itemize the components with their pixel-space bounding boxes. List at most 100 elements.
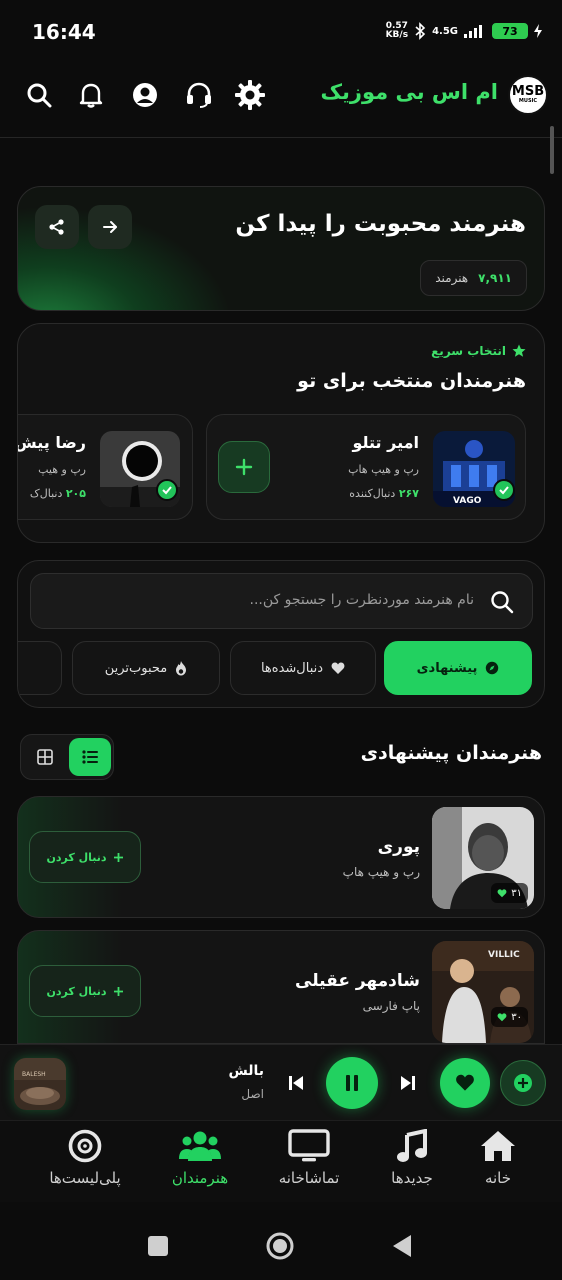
back-triangle-icon bbox=[393, 1235, 411, 1257]
skip-forward-icon bbox=[401, 1076, 415, 1090]
artist-image: ۳۱ bbox=[432, 807, 534, 909]
bluetooth-icon bbox=[414, 22, 426, 40]
profile-button[interactable] bbox=[128, 78, 162, 112]
nav-home[interactable]: خانه bbox=[448, 1129, 548, 1187]
next-button[interactable] bbox=[394, 1069, 422, 1097]
search-card: نام هنرمند موردنظرت را جستجو کن... پیشنه… bbox=[17, 560, 545, 708]
share-icon bbox=[49, 219, 64, 235]
nav-theater[interactable]: تماشاخانه bbox=[259, 1129, 359, 1187]
artist-name: شادمهر عقیلی bbox=[295, 971, 420, 991]
list-view-button[interactable] bbox=[69, 738, 111, 776]
mini-player: BALESH بالش اصل bbox=[0, 1044, 562, 1120]
scrollbar[interactable] bbox=[550, 126, 554, 174]
nav-playlists[interactable]: پلی‌لیست‌ها bbox=[35, 1129, 135, 1187]
song-title: بالش bbox=[228, 1063, 264, 1079]
chip-following[interactable]: دنبال‌شده‌ها bbox=[230, 641, 376, 695]
chip-suggested[interactable]: پیشنهادی bbox=[384, 641, 532, 695]
artist-count-badge: ۷,۹۱۱ هنرمند bbox=[420, 260, 527, 296]
album-art[interactable]: BALESH bbox=[14, 1058, 66, 1110]
go-button[interactable] bbox=[88, 205, 132, 249]
tv-icon bbox=[288, 1129, 330, 1162]
recents-button[interactable] bbox=[148, 1236, 168, 1256]
nav-artists[interactable]: هنرمندان bbox=[150, 1129, 250, 1187]
pick-genre: رپ و هیپ هاپ bbox=[348, 463, 419, 476]
signal-icon bbox=[464, 24, 486, 38]
pick-name: رضا پیش bbox=[17, 433, 86, 452]
nav-new[interactable]: جدیدها bbox=[362, 1129, 462, 1187]
bell-icon bbox=[79, 83, 103, 108]
heart-icon bbox=[497, 1012, 507, 1021]
pause-button[interactable] bbox=[326, 1057, 378, 1109]
arrow-right-icon bbox=[103, 221, 117, 233]
charging-icon bbox=[534, 24, 542, 38]
users-icon bbox=[179, 1131, 221, 1161]
search-button[interactable] bbox=[22, 78, 56, 112]
support-button[interactable] bbox=[182, 78, 216, 112]
bottom-nav: خانه جدیدها تماشاخانه هنرمندان پلی‌لیست‌… bbox=[0, 1120, 562, 1202]
gear-icon bbox=[235, 80, 265, 110]
grid-view-button[interactable] bbox=[24, 738, 66, 776]
chip-more[interactable] bbox=[18, 641, 62, 695]
artist-genre: رپ و هیپ هاپ bbox=[342, 865, 420, 879]
user-icon bbox=[133, 83, 157, 107]
song-subtitle: اصل bbox=[241, 1087, 264, 1101]
pick-followers: ۲۶۷ دنبال‌کننده bbox=[349, 487, 419, 500]
app-logo[interactable]: MSB MUSIC bbox=[508, 75, 548, 115]
artist-row-poori[interactable]: ۳۱ پوری رپ و هیپ هاپ دنبال کردن bbox=[17, 796, 545, 918]
check-icon bbox=[156, 479, 178, 501]
svg-text:VILLIC: VILLIC bbox=[488, 950, 520, 960]
likes-badge: ۳۰ bbox=[491, 1007, 528, 1027]
like-button[interactable] bbox=[440, 1058, 490, 1108]
share-button[interactable] bbox=[35, 205, 79, 249]
svg-text:BALESH: BALESH bbox=[22, 1071, 46, 1078]
notifications-button[interactable] bbox=[74, 78, 108, 112]
follow-button[interactable]: دنبال کردن bbox=[29, 831, 141, 883]
follow-button[interactable]: دنبال کردن bbox=[29, 965, 141, 1017]
pick-name: امیر تتلو bbox=[352, 433, 419, 452]
previous-button[interactable] bbox=[282, 1069, 310, 1097]
list-icon bbox=[82, 750, 98, 764]
artist-row-shadmehr[interactable]: VILLIC ۳۰ شادمهر عقیلی پاپ فارسی دنبال ک… bbox=[17, 930, 545, 1044]
svg-text:VAGO: VAGO bbox=[453, 496, 482, 506]
pick-genre: رپ و هیپ bbox=[38, 463, 86, 476]
settings-button[interactable] bbox=[233, 78, 267, 112]
heart-icon bbox=[497, 888, 507, 897]
status-icons: 0.57 KB/s 4.5G 73 bbox=[386, 22, 542, 40]
artist-genre: پاپ فارسی bbox=[362, 999, 420, 1013]
network-type: 4.5G bbox=[432, 25, 458, 37]
home-circle-icon bbox=[266, 1232, 294, 1260]
plus-circle-icon bbox=[514, 1074, 532, 1092]
plus-icon bbox=[235, 458, 253, 476]
likes-badge: ۳۱ bbox=[491, 883, 528, 903]
pick-card-reza-pishro[interactable]: رضا پیش رپ و هیپ ۲۰۵ دنبال‌ک bbox=[17, 414, 193, 520]
section-title: هنرمندان پیشنهادی bbox=[360, 742, 542, 764]
check-icon bbox=[493, 479, 515, 501]
plus-icon bbox=[113, 852, 123, 862]
star-icon bbox=[512, 344, 526, 357]
compass-icon bbox=[486, 661, 499, 675]
home-button[interactable] bbox=[266, 1232, 294, 1260]
header-divider bbox=[0, 137, 562, 138]
quick-pick-card: انتخاب سریع هنرمندان منتخب برای تو VAGO … bbox=[17, 323, 545, 543]
home-icon bbox=[481, 1131, 515, 1161]
add-pick-button[interactable] bbox=[218, 441, 270, 493]
view-toggle bbox=[20, 734, 114, 780]
quick-pick-title: هنرمندان منتخب برای تو bbox=[297, 370, 526, 392]
add-to-playlist-button[interactable] bbox=[500, 1060, 546, 1106]
disc-icon bbox=[68, 1129, 102, 1163]
chip-popular[interactable]: محبوب‌ترین bbox=[72, 641, 220, 695]
status-time: 16:44 bbox=[32, 20, 96, 44]
find-artist-card: هنرمند محبوبت را پیدا کن ۷,۹۱۱ هنرمند bbox=[17, 186, 545, 311]
back-button[interactable] bbox=[392, 1234, 414, 1258]
search-icon bbox=[27, 83, 52, 108]
heart-icon bbox=[456, 1074, 474, 1091]
app-title: ام اس بی موزیک bbox=[320, 80, 498, 104]
grid-icon bbox=[37, 749, 53, 765]
network-speed: 0.57 KB/s bbox=[385, 21, 409, 40]
skip-back-icon bbox=[289, 1076, 303, 1090]
search-input[interactable]: نام هنرمند موردنظرت را جستجو کن... bbox=[30, 573, 533, 629]
fire-icon bbox=[176, 660, 187, 675]
headset-icon bbox=[187, 82, 211, 108]
search-icon bbox=[491, 591, 514, 614]
pick-followers: ۲۰۵ دنبال‌ک bbox=[29, 487, 86, 500]
